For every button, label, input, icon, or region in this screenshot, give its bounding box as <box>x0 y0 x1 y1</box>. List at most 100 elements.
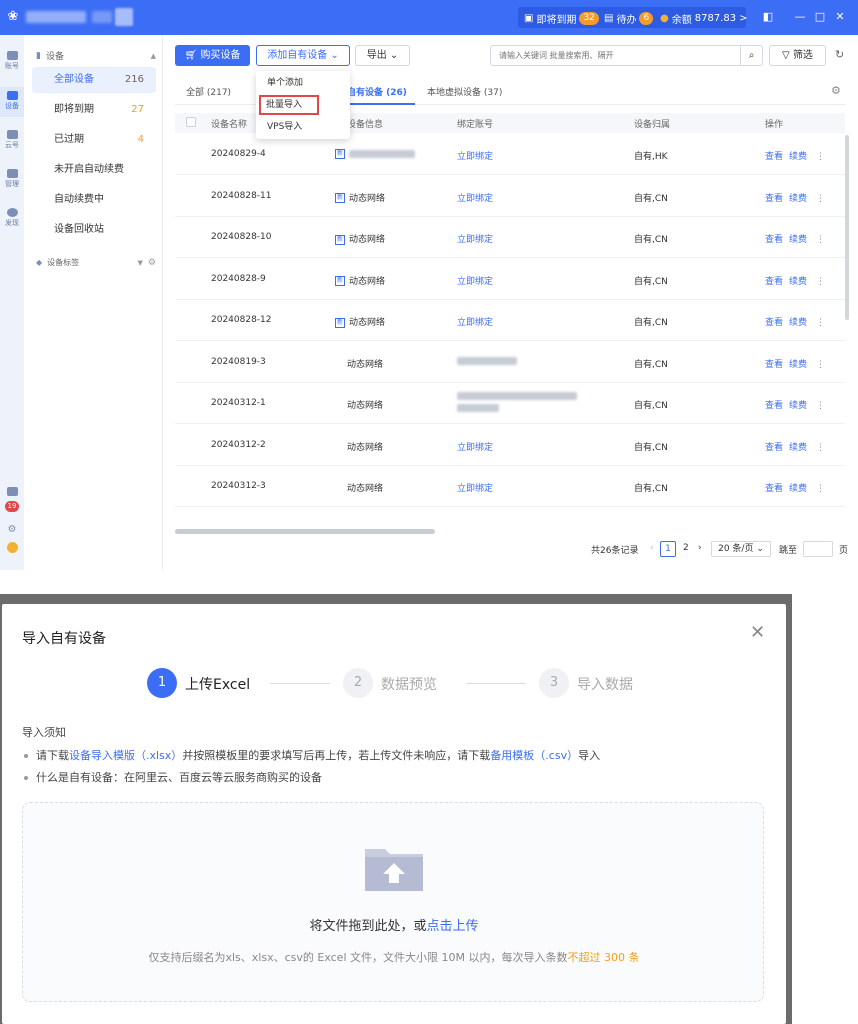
vertical-scrollbar[interactable] <box>845 135 849 320</box>
nav-device[interactable]: 设备 <box>0 87 24 117</box>
bind-now-link[interactable]: 立即绑定 <box>457 194 493 204</box>
tab-local-virtual[interactable]: 本地虚拟设备 (37) <box>427 85 502 98</box>
close-window-button[interactable]: ✕ <box>832 10 848 23</box>
table-row[interactable]: 20240828-10 新动态网络 立即绑定 自有,CN 查看 续费 ⋮ <box>175 217 845 258</box>
view-link[interactable]: 查看 <box>765 360 783 370</box>
user-switch-icon[interactable]: ◧ <box>760 10 776 23</box>
bind-now-link[interactable]: 立即绑定 <box>457 277 493 287</box>
template-csv-link[interactable]: 备用模板（.csv） <box>490 749 578 762</box>
maximize-button[interactable]: □ <box>812 10 828 23</box>
close-icon[interactable]: ✕ <box>750 622 765 643</box>
left-nav: 账号 设备 云号 管理 发现 19 ⚙ <box>0 35 24 570</box>
view-link[interactable]: 查看 <box>765 443 783 453</box>
menu-item-vps-import[interactable]: VPS导入 <box>256 117 350 137</box>
sidebar-item-expired[interactable]: 已过期 4 <box>32 127 156 153</box>
renew-link[interactable]: 续费 <box>789 360 807 370</box>
sidebar-item-recycle-bin[interactable]: 设备回收站 <box>32 217 156 243</box>
balance-indicator[interactable]: ● 余额 8787.83 > <box>660 11 747 26</box>
more-icon[interactable]: ⋮ <box>816 235 825 245</box>
renew-link[interactable]: 续费 <box>789 194 807 204</box>
more-icon[interactable]: ⋮ <box>816 152 825 162</box>
more-icon[interactable]: ⋮ <box>816 360 825 370</box>
table-row[interactable]: 20240828-12 新动态网络 立即绑定 自有,CN 查看 续费 ⋮ <box>175 300 845 341</box>
sidebar-item-expiring[interactable]: 即将到期 27 <box>32 97 156 123</box>
view-link[interactable]: 查看 <box>765 318 783 328</box>
buy-device-button[interactable]: 🛒︎ 购买设备 <box>175 45 250 66</box>
nav-account[interactable]: 账号 <box>0 51 24 71</box>
more-icon[interactable]: ⋮ <box>816 194 825 204</box>
prev-page-icon[interactable]: ‹ <box>650 543 654 553</box>
renew-link[interactable]: 续费 <box>789 484 807 494</box>
tag-settings-icon[interactable]: ⚙ <box>148 258 156 268</box>
page-1[interactable]: 1 <box>660 541 676 557</box>
click-upload-link[interactable]: 点击上传 <box>427 919 479 934</box>
view-link[interactable]: 查看 <box>765 235 783 245</box>
more-icon[interactable]: ⋮ <box>816 318 825 328</box>
avatar[interactable] <box>115 8 133 26</box>
page-2[interactable]: 2 <box>683 543 689 553</box>
horizontal-scrollbar[interactable] <box>175 529 435 534</box>
next-page-icon[interactable]: › <box>698 543 702 553</box>
table-row[interactable]: 20240819-3 动态网络 自有,CN 查看 续费 ⋮ <box>175 342 845 383</box>
view-link[interactable]: 查看 <box>765 484 783 494</box>
refresh-icon[interactable]: ↻ <box>835 48 844 61</box>
table-row[interactable]: 20240312-1 动态网络 自有,CN 查看 续费 ⋮ <box>175 383 845 424</box>
nav-signpost[interactable] <box>0 487 24 497</box>
view-link[interactable]: 查看 <box>765 277 783 287</box>
bind-now-link[interactable]: 立即绑定 <box>457 484 493 494</box>
tab-settings-icon[interactable]: ⚙ <box>831 84 841 97</box>
view-link[interactable]: 查看 <box>765 401 783 411</box>
expiring-indicator[interactable]: ▣ 即将到期 32 <box>524 11 599 26</box>
device-owner: 自有,CN <box>634 193 668 204</box>
more-icon[interactable]: ⋮ <box>816 484 825 494</box>
sidebar-section-device[interactable]: ▮ 设备 ▲ <box>36 49 156 63</box>
table-row[interactable]: 20240828-11 新动态网络 立即绑定 自有,CN 查看 续费 ⋮ <box>175 176 845 217</box>
more-icon[interactable]: ⋮ <box>816 277 825 287</box>
notification-badge[interactable]: 19 <box>0 501 24 512</box>
bind-now-link[interactable]: 立即绑定 <box>457 152 493 162</box>
select-all-checkbox[interactable] <box>186 117 196 127</box>
renew-link[interactable]: 续费 <box>789 277 807 287</box>
table-row[interactable]: 20240829-4 新 立即绑定 自有,HK 查看 续费 ⋮ <box>175 134 845 175</box>
sidebar-item-no-autorenew[interactable]: 未开启自动续费 <box>32 157 156 183</box>
view-link[interactable]: 查看 <box>765 152 783 162</box>
goto-page-input[interactable] <box>803 541 833 557</box>
tab-own-devices[interactable]: 自有设备 (26) <box>347 85 407 98</box>
nav-cloud[interactable]: 云号 <box>0 130 24 150</box>
renew-link[interactable]: 续费 <box>789 318 807 328</box>
bind-now-link[interactable]: 立即绑定 <box>457 235 493 245</box>
sidebar-section-tags[interactable]: ◆ 设备标签 ▼ ⚙ <box>36 257 156 268</box>
table-row[interactable]: 20240312-3 动态网络 立即绑定 自有,CN 查看 续费 ⋮ <box>175 466 845 507</box>
renew-link[interactable]: 续费 <box>789 401 807 411</box>
search-icon[interactable]: ⌕ <box>740 46 762 65</box>
search-input[interactable] <box>491 46 736 65</box>
nav-discover[interactable]: 发现 <box>0 208 24 228</box>
filter-button[interactable]: ▽ 筛选 <box>769 45 826 66</box>
renew-link[interactable]: 续费 <box>789 443 807 453</box>
upload-dropzone[interactable]: 将文件拖到此处，或点击上传 仅支持后缀名为xls、xlsx、csv的 Excel… <box>22 802 764 1002</box>
table-row[interactable]: 20240828-9 新动态网络 立即绑定 自有,CN 查看 续费 ⋮ <box>175 259 845 300</box>
renew-link[interactable]: 续费 <box>789 152 807 162</box>
more-icon[interactable]: ⋮ <box>816 401 825 411</box>
bind-now-link[interactable]: 立即绑定 <box>457 318 493 328</box>
add-own-device-button[interactable]: 添加自有设备 ⌄ <box>256 45 350 66</box>
user-avatar-icon[interactable] <box>0 542 24 555</box>
sidebar-item-autorenew[interactable]: 自动续费中 <box>32 187 156 213</box>
table-row[interactable]: 20240312-2 动态网络 立即绑定 自有,CN 查看 续费 ⋮ <box>175 425 845 466</box>
tab-all[interactable]: 全部 (217) <box>186 85 231 98</box>
nav-manage[interactable]: 管理 <box>0 169 24 189</box>
todo-indicator[interactable]: ▤ 待办 6 <box>604 11 654 26</box>
minimize-button[interactable]: — <box>792 10 808 23</box>
page-size-select[interactable]: 20 条/页 ⌄ <box>711 541 771 557</box>
view-link[interactable]: 查看 <box>765 194 783 204</box>
menu-item-single-add[interactable]: 单个添加 <box>256 73 350 93</box>
export-button[interactable]: 导出 ⌄ <box>355 45 410 66</box>
more-icon[interactable]: ⋮ <box>816 443 825 453</box>
settings-icon[interactable]: ⚙ <box>0 524 24 535</box>
template-xlsx-link[interactable]: 设备导入模版（.xlsx） <box>69 749 182 762</box>
renew-link[interactable]: 续费 <box>789 235 807 245</box>
device-icon <box>6 91 18 100</box>
bind-now-link[interactable]: 立即绑定 <box>457 443 493 453</box>
menu-item-batch-import[interactable]: 批量导入 <box>259 95 319 115</box>
sidebar-item-all-devices[interactable]: 全部设备 216 <box>32 67 156 93</box>
